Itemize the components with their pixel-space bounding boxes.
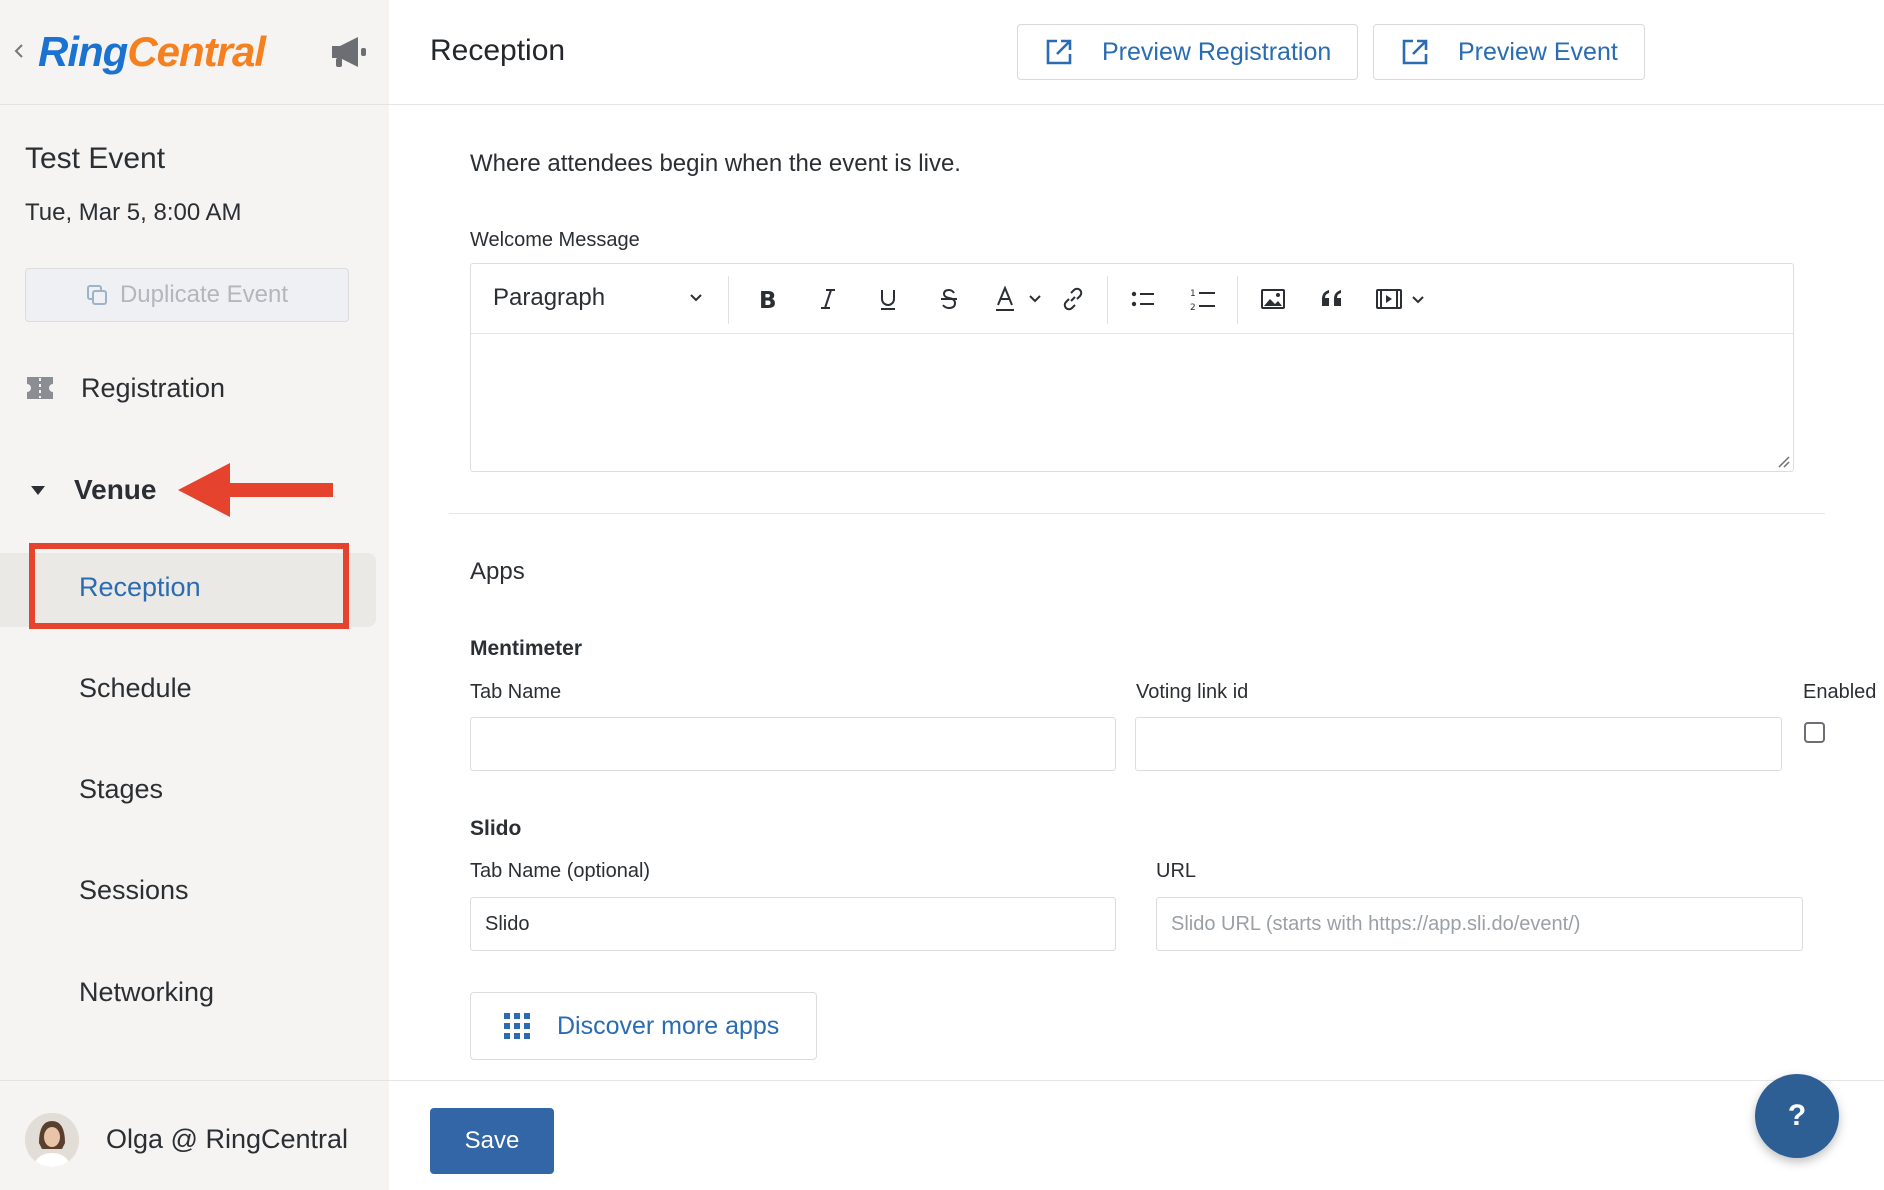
underline-icon[interactable] [873,284,903,314]
preview-event-label: Preview Event [1458,37,1618,66]
copy-icon [86,285,107,305]
bold-icon[interactable]: B [753,284,783,314]
sidebar-item-stages[interactable]: Stages [79,774,163,805]
discover-more-apps-label: Discover more apps [557,1011,780,1040]
top-bar: Reception Preview Registration Preview E… [389,0,1884,105]
avatar[interactable] [25,1113,79,1167]
user-name[interactable]: Olga @ RingCentral [106,1124,348,1155]
slido-url-label: URL [1156,860,1197,882]
discover-more-apps-button[interactable]: Discover more apps [470,992,817,1060]
toolbar-divider [728,276,729,324]
preview-registration-button[interactable]: Preview Registration [1017,24,1359,80]
resize-handle-icon[interactable] [1776,454,1790,468]
event-date: Tue, Mar 5, 8:00 AM [25,199,242,226]
slido-tab-label: Tab Name (optional) [470,860,651,882]
svg-text:B: B [759,288,777,311]
sidebar-item-schedule[interactable]: Schedule [79,673,192,704]
strikethrough-icon[interactable] [934,284,964,314]
event-title: Test Event [25,142,166,175]
link-icon[interactable] [1058,284,1088,314]
image-icon[interactable] [1258,284,1288,314]
mentimeter-voting-label: Voting link id [1136,681,1249,703]
toolbar-divider [1107,276,1108,324]
svg-text:1: 1 [1190,289,1196,299]
page-title: Reception [430,34,566,67]
chevron-down-icon [690,294,702,302]
main-content: Reception Preview Registration Preview E… [389,0,1884,1190]
sidebar-item-registration-label: Registration [81,372,226,403]
apps-heading: Apps [470,558,525,585]
italic-icon[interactable] [813,284,843,314]
mentimeter-enabled-checkbox[interactable] [1804,722,1825,743]
sidebar: RingCentral Test Event Tue, Mar 5, 8:00 … [0,0,389,1190]
video-icon[interactable] [1374,284,1430,314]
logo-ring-text: Ring [38,28,128,75]
ticket-icon [27,377,53,399]
bottom-bar [389,1080,1884,1190]
svg-text:2: 2 [1190,303,1196,312]
quote-icon[interactable] [1318,284,1348,314]
chevron-left-icon[interactable] [12,40,26,62]
mentimeter-heading: Mentimeter [470,637,583,660]
section-divider [449,513,1825,514]
text-color-icon[interactable] [993,284,1043,314]
sidebar-item-sessions[interactable]: Sessions [79,875,189,906]
sidebar-header: RingCentral [0,0,389,105]
sidebar-item-venue[interactable]: Venue [30,470,156,510]
mentimeter-voting-input[interactable] [1135,717,1782,771]
toolbar-divider [1237,276,1238,324]
mentimeter-tab-name-label: Tab Name [470,681,562,703]
editor-toolbar: Paragraph B 1 2 [471,264,1793,334]
mentimeter-tab-name-input[interactable] [470,717,1116,771]
block-format-value: Paragraph [493,284,606,311]
preview-event-button[interactable]: Preview Event [1373,24,1645,80]
logo-central-text: Central [127,28,266,75]
welcome-message-label: Welcome Message [470,229,640,251]
mentimeter-enabled-label: Enabled [1803,681,1877,703]
sidebar-item-reception[interactable]: Reception [79,572,201,603]
slido-heading: Slido [470,817,522,840]
help-button[interactable]: ? [1755,1074,1839,1158]
welcome-message-editor[interactable]: Paragraph B 1 2 [470,263,1794,472]
external-link-icon [1046,39,1072,65]
sidebar-item-registration[interactable]: Registration [25,368,225,408]
ringcentral-logo[interactable]: RingCentral [38,28,266,76]
grid-icon [504,1013,530,1039]
sidebar-item-networking[interactable]: Networking [79,977,214,1008]
save-button[interactable]: Save [430,1108,554,1174]
slido-tab-input[interactable]: Slido [470,897,1116,951]
duplicate-event-label: Duplicate Event [119,281,289,308]
slido-url-input[interactable]: Slido URL (starts with https://app.sli.d… [1156,897,1803,951]
megaphone-icon[interactable] [328,34,372,70]
sidebar-item-venue-label: Venue [74,474,157,505]
preview-registration-label: Preview Registration [1102,37,1332,66]
external-link-icon [1402,39,1428,65]
section-description: Where attendees begin when the event is … [470,150,961,177]
user-photo [25,1113,79,1167]
duplicate-event-button[interactable]: Duplicate Event [25,268,349,322]
caret-down-icon [31,486,45,495]
numbered-list-icon[interactable]: 12 [1188,284,1218,314]
block-format-select[interactable]: Paragraph [493,284,703,312]
bullet-list-icon[interactable] [1128,284,1158,314]
annotation-arrow [178,463,333,517]
